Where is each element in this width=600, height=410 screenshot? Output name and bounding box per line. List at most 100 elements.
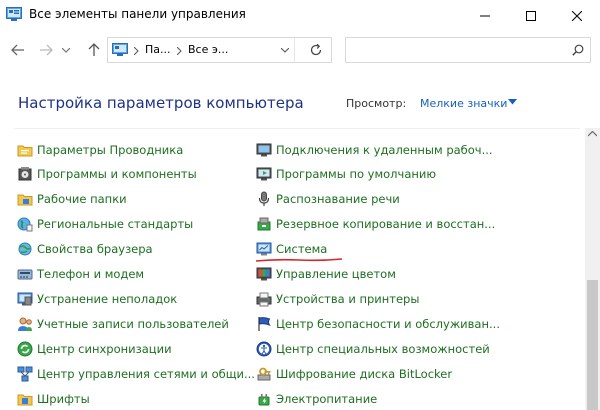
item-label: Шрифты: [37, 392, 90, 406]
color-management-icon: [256, 267, 272, 281]
view-by-label: Просмотр:: [346, 97, 407, 110]
ease-of-access-icon: [256, 341, 272, 357]
item-network-center[interactable]: Центр управления сетями и общи...: [17, 364, 255, 384]
breadcrumb-item[interactable]: Па...: [145, 43, 171, 56]
item-internet-options[interactable]: Свойства браузера: [17, 239, 153, 259]
item-bitlocker[interactable]: Шифрование диска BitLocker: [256, 364, 452, 384]
title-bar: Все элементы панели управления: [0, 0, 600, 31]
item-programs-features[interactable]: Программы и компоненты: [17, 164, 197, 184]
chevron-down-icon: [62, 47, 70, 53]
sync-center-icon: [17, 341, 33, 357]
item-label: Учетные записи пользователей: [37, 317, 229, 331]
item-label: Параметры Проводника: [37, 143, 184, 157]
item-label: Региональные стандарты: [37, 217, 194, 231]
item-label: Резервное копирование и восстан...: [276, 217, 496, 231]
breadcrumb-separator-icon: [177, 47, 182, 55]
user-accounts-icon: [18, 317, 32, 331]
maximize-icon: [526, 10, 536, 21]
default-programs-icon: [256, 167, 272, 181]
item-default-programs[interactable]: Программы по умолчанию: [256, 164, 436, 184]
search-icon[interactable]: [572, 44, 584, 56]
control-panel-icon: [6, 7, 22, 21]
system-highlight-underline: [255, 258, 343, 262]
troubleshooting-icon: [17, 292, 33, 306]
control-panel-small-icon: [112, 43, 128, 56]
item-label: Телефон и модем: [37, 267, 145, 281]
item-devices-printers[interactable]: Устройства и принтеры: [256, 289, 419, 309]
scroll-up-icon[interactable]: [588, 131, 597, 137]
item-remote-desktop[interactable]: Подключения к удаленным рабоч...: [256, 140, 493, 160]
item-label: Центр безопасности и обслуживан...: [276, 317, 500, 331]
item-label: Система: [276, 242, 328, 256]
item-label: Устранение неполадок: [37, 292, 178, 306]
programs-features-icon: [18, 167, 32, 181]
minimize-button[interactable]: [462, 0, 508, 31]
header-divider: [14, 128, 580, 129]
forward-button[interactable]: [36, 40, 56, 60]
power-options-icon: [258, 394, 270, 406]
item-backup-restore[interactable]: Резервное копирование и восстан...: [256, 214, 495, 234]
item-troubleshooting[interactable]: Устранение неполадок: [17, 289, 177, 309]
item-label: Свойства браузера: [37, 242, 153, 256]
back-button[interactable]: [8, 40, 28, 60]
folder-options-icon: [17, 145, 33, 157]
item-label: Программы и компоненты: [37, 167, 197, 181]
address-divider: [294, 38, 295, 62]
refresh-icon[interactable]: [309, 43, 323, 57]
search-input[interactable]: [350, 41, 564, 61]
item-color-management[interactable]: Управление цветом: [256, 264, 396, 284]
item-label: Центр специальных возможностей: [276, 342, 490, 356]
network-center-icon: [17, 366, 33, 382]
arrow-right-icon: [40, 44, 53, 56]
item-folder-options[interactable]: Параметры Проводника: [17, 140, 183, 160]
item-label: Электропитание: [276, 392, 378, 406]
address-bar[interactable]: Па... Все э...: [107, 37, 332, 63]
internet-options-icon: [18, 242, 32, 256]
minimize-icon: [480, 15, 490, 16]
item-label: Рабочие папки: [37, 192, 127, 206]
close-icon: [572, 10, 582, 21]
item-phone-modem[interactable]: Телефон и модем: [17, 264, 144, 284]
up-button[interactable]: [84, 40, 104, 60]
item-label: Центр управления сетями и общи...: [37, 367, 255, 381]
item-label: Центр синхронизации: [37, 342, 172, 356]
item-fonts[interactable]: Шрифты: [17, 389, 90, 409]
maximize-button[interactable]: [508, 0, 554, 31]
backup-restore-icon: [257, 217, 271, 231]
security-maintenance-icon: [258, 317, 271, 331]
arrow-up-icon: [88, 43, 100, 56]
item-user-accounts[interactable]: Учетные записи пользователей: [17, 314, 229, 334]
close-button[interactable]: [554, 0, 600, 31]
fonts-icon: [17, 394, 33, 406]
work-folders-icon: [17, 194, 33, 206]
region-icon: [17, 217, 33, 232]
view-by-dropdown[interactable]: Мелкие значки: [420, 97, 507, 110]
item-label: Распознавание речи: [276, 192, 400, 206]
page-title: Настройка параметров компьютера: [18, 94, 304, 112]
remote-desktop-icon: [256, 143, 272, 157]
item-label: Подключения к удаленным рабоч...: [276, 143, 493, 157]
item-sync-center[interactable]: Центр синхронизации: [17, 339, 172, 359]
devices-printers-icon: [256, 292, 272, 307]
item-work-folders[interactable]: Рабочие папки: [17, 189, 127, 209]
item-region[interactable]: Региональные стандарты: [17, 214, 193, 234]
breadcrumb-item[interactable]: Все э...: [188, 43, 228, 56]
breadcrumb-separator-icon: [134, 47, 139, 55]
caret-down-icon[interactable]: [508, 99, 517, 105]
navigation-bar: Па... Все э...: [0, 31, 600, 71]
system-icon: [256, 242, 272, 256]
item-label: Шифрование диска BitLocker: [276, 367, 453, 381]
item-speech-recognition[interactable]: Распознавание речи: [256, 189, 400, 209]
scrollbar-thumb[interactable]: [587, 280, 598, 410]
arrow-left-icon: [11, 44, 24, 56]
recent-locations-button[interactable]: [60, 40, 72, 60]
bitlocker-icon: [257, 367, 271, 381]
address-dropdown-icon[interactable]: [281, 48, 289, 53]
item-security-maintenance[interactable]: Центр безопасности и обслуживан...: [256, 314, 500, 334]
search-box[interactable]: [345, 37, 591, 63]
item-label: Управление цветом: [276, 267, 396, 281]
item-ease-of-access[interactable]: Центр специальных возможностей: [256, 339, 490, 359]
window-title: Все элементы панели управления: [29, 7, 246, 21]
item-label: Устройства и принтеры: [276, 292, 420, 306]
item-power-options[interactable]: Электропитание: [256, 389, 377, 409]
